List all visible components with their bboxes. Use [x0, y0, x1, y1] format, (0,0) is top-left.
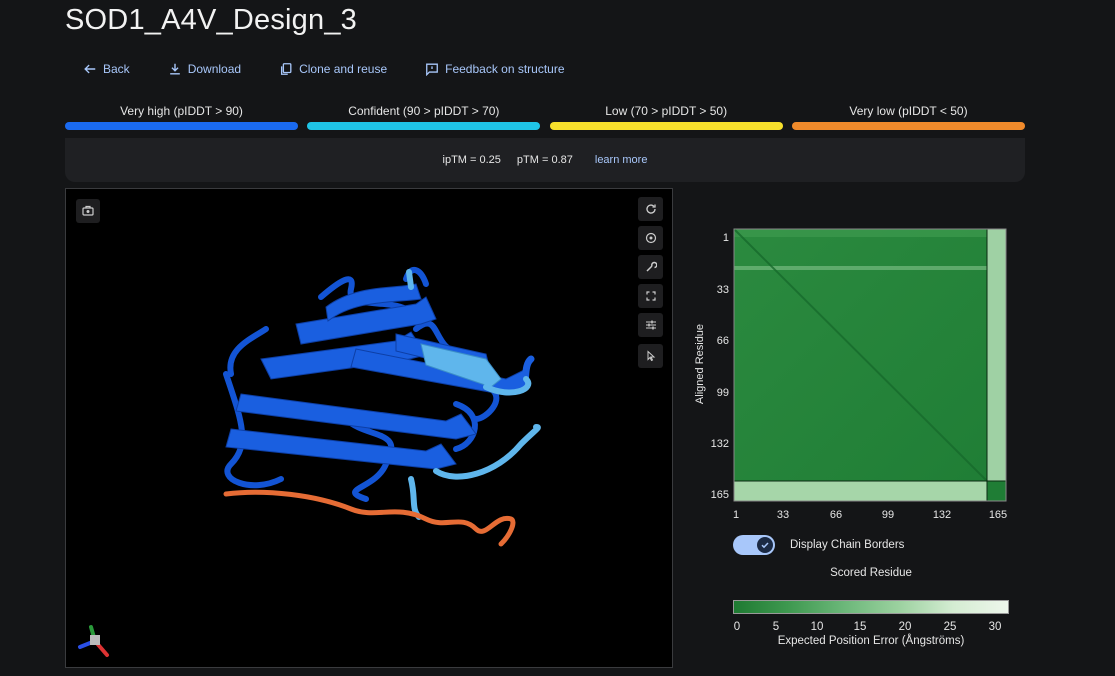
- pae-plot[interactable]: 1 33 66 99 132 165 1 33 66 99 132 165 Al…: [690, 220, 1020, 525]
- toggle-knob: [757, 537, 773, 553]
- y-tick: 33: [717, 284, 729, 296]
- feedback-button[interactable]: Feedback on structure: [425, 62, 565, 76]
- arrow-left-icon: [84, 64, 96, 74]
- chain-borders-toggle-row: Display Chain Borders: [733, 535, 904, 555]
- colorbar-tick: 10: [810, 621, 824, 633]
- pointer-icon: [647, 350, 655, 362]
- legend-label: Very low (pIDDT < 50): [849, 104, 968, 118]
- legend-bar-very-low: [791, 122, 1025, 130]
- action-bar: Back Download Clone and reuse Feedback o…: [83, 62, 603, 76]
- clone-label: Clone and reuse: [299, 62, 388, 76]
- legend-label: Confident (90 > pIDDT > 70): [348, 104, 500, 118]
- pae-top-band: [734, 229, 987, 237]
- camera-icon: [82, 205, 94, 216]
- center-icon: [645, 232, 656, 244]
- y-tick: 66: [717, 335, 729, 347]
- clone-button[interactable]: Clone and reuse: [279, 62, 387, 76]
- legend-bar-very-high: [65, 122, 298, 130]
- legend-label: Low (70 > pIDDT > 50): [605, 104, 728, 118]
- fullscreen-icon: [645, 291, 656, 301]
- colorbar-tick: 25: [943, 621, 957, 633]
- legend-very-high: Very high (pIDDT > 90): [65, 104, 298, 130]
- check-icon: [761, 542, 769, 549]
- copy-icon: [281, 63, 292, 75]
- colorbar-tick: 30: [988, 621, 1002, 633]
- back-button[interactable]: Back: [83, 62, 130, 76]
- x-axis-label: Scored Residue: [830, 567, 912, 579]
- colorbar-tick: 0: [733, 621, 741, 633]
- colorbar-tick: 15: [853, 621, 867, 633]
- download-icon: [169, 63, 180, 75]
- feedback-label: Feedback on structure: [445, 62, 565, 76]
- feedback-icon: [426, 63, 439, 76]
- legend-very-low: Very low (pIDDT < 50): [791, 104, 1025, 130]
- viewer-toolbar: [638, 197, 664, 373]
- x-tick: 165: [989, 509, 1007, 521]
- y-tick: 132: [711, 438, 729, 450]
- legend-confident: Confident (90 > pIDDT > 70): [307, 104, 541, 130]
- plddt-legend: Very high (pIDDT > 90) Confident (90 > p…: [65, 104, 1025, 130]
- pae-band-bottom: [734, 481, 987, 501]
- x-tick: 99: [882, 509, 894, 521]
- legend-low: Low (70 > pIDDT > 50): [549, 104, 783, 130]
- pae-colorbar: 0 5 10 15 20 25 30 Expected Position Err…: [733, 600, 1009, 647]
- rotate-button[interactable]: [638, 197, 663, 221]
- select-mode-button[interactable]: [638, 344, 663, 368]
- x-tick: 1: [733, 509, 739, 521]
- rotate-icon: [645, 204, 656, 214]
- protein-structure[interactable]: [66, 189, 672, 667]
- pae-band-right: [987, 229, 1006, 481]
- legend-bar-low: [549, 122, 783, 130]
- fullscreen-button[interactable]: [638, 284, 663, 308]
- x-tick: 33: [777, 509, 789, 521]
- learn-more-link[interactable]: learn more: [595, 154, 648, 166]
- colorbar-tick: 5: [772, 621, 780, 633]
- tune-icon: [645, 320, 656, 330]
- tools-button[interactable]: [638, 255, 663, 279]
- chain-borders-toggle[interactable]: [733, 535, 775, 555]
- structure-viewer[interactable]: [65, 188, 673, 668]
- wrench-icon: [645, 261, 657, 272]
- screenshot-button[interactable]: [76, 199, 100, 223]
- back-label: Back: [103, 62, 130, 76]
- colorbar-ticks: 0 5 10 15 20 25 30: [733, 621, 1009, 637]
- settings-button[interactable]: [638, 313, 663, 337]
- legend-bar-confident: [307, 122, 541, 130]
- ptm-value: pTM = 0.87: [516, 154, 573, 166]
- y-tick: 1: [723, 232, 729, 244]
- download-label: Download: [187, 62, 242, 76]
- x-tick: 132: [933, 509, 951, 521]
- y-tick: 99: [717, 387, 729, 399]
- metrics-panel: ipTM = 0.25 pTM = 0.87 learn more: [65, 138, 1025, 182]
- orientation-axes-icon: [78, 625, 109, 657]
- chain-borders-label: Display Chain Borders: [790, 539, 905, 551]
- y-axis-label: Aligned Residue: [694, 324, 706, 404]
- legend-label: Very high (pIDDT > 90): [120, 104, 243, 118]
- colorbar-gradient: [733, 600, 1009, 614]
- download-button[interactable]: Download: [168, 62, 241, 76]
- page-title: SOD1_A4V_Design_3: [65, 4, 357, 36]
- colorbar-tick: 20: [898, 621, 912, 633]
- x-tick: 66: [830, 509, 842, 521]
- center-button[interactable]: [638, 226, 663, 250]
- pae-corner-block: [987, 481, 1006, 501]
- iptm-value: ipTM = 0.25: [442, 154, 501, 166]
- y-tick: 165: [711, 489, 729, 501]
